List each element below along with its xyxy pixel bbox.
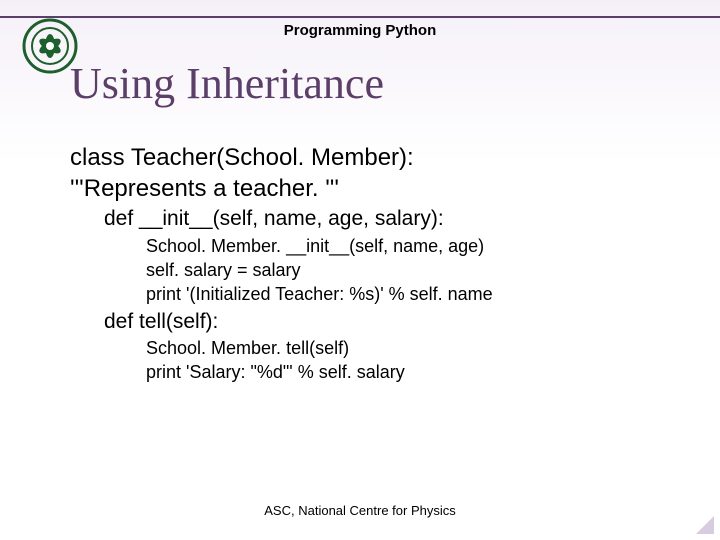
code-line: School. Member. tell(self): [146, 336, 690, 360]
code-line: def tell(self):: [104, 307, 690, 336]
code-line: '''Represents a teacher. ''': [70, 173, 690, 204]
code-line: class Teacher(School. Member):: [70, 142, 690, 173]
code-line: self. salary = salary: [146, 258, 690, 282]
code-line: print '(Initialized Teacher: %s)' % self…: [146, 282, 690, 306]
code-block: class Teacher(School. Member): '''Repres…: [70, 142, 690, 385]
code-line: School. Member. __init__(self, name, age…: [146, 234, 690, 258]
slide-footer: ASC, National Centre for Physics: [0, 503, 720, 518]
slide-title: Using Inheritance: [70, 58, 384, 109]
page-curl-icon: [696, 516, 714, 534]
slide-subtitle: Programming Python: [0, 22, 720, 39]
code-line: def __init__(self, name, age, salary):: [104, 204, 690, 233]
top-rule: [0, 16, 720, 18]
code-line: print 'Salary: "%d"' % self. salary: [146, 360, 690, 384]
